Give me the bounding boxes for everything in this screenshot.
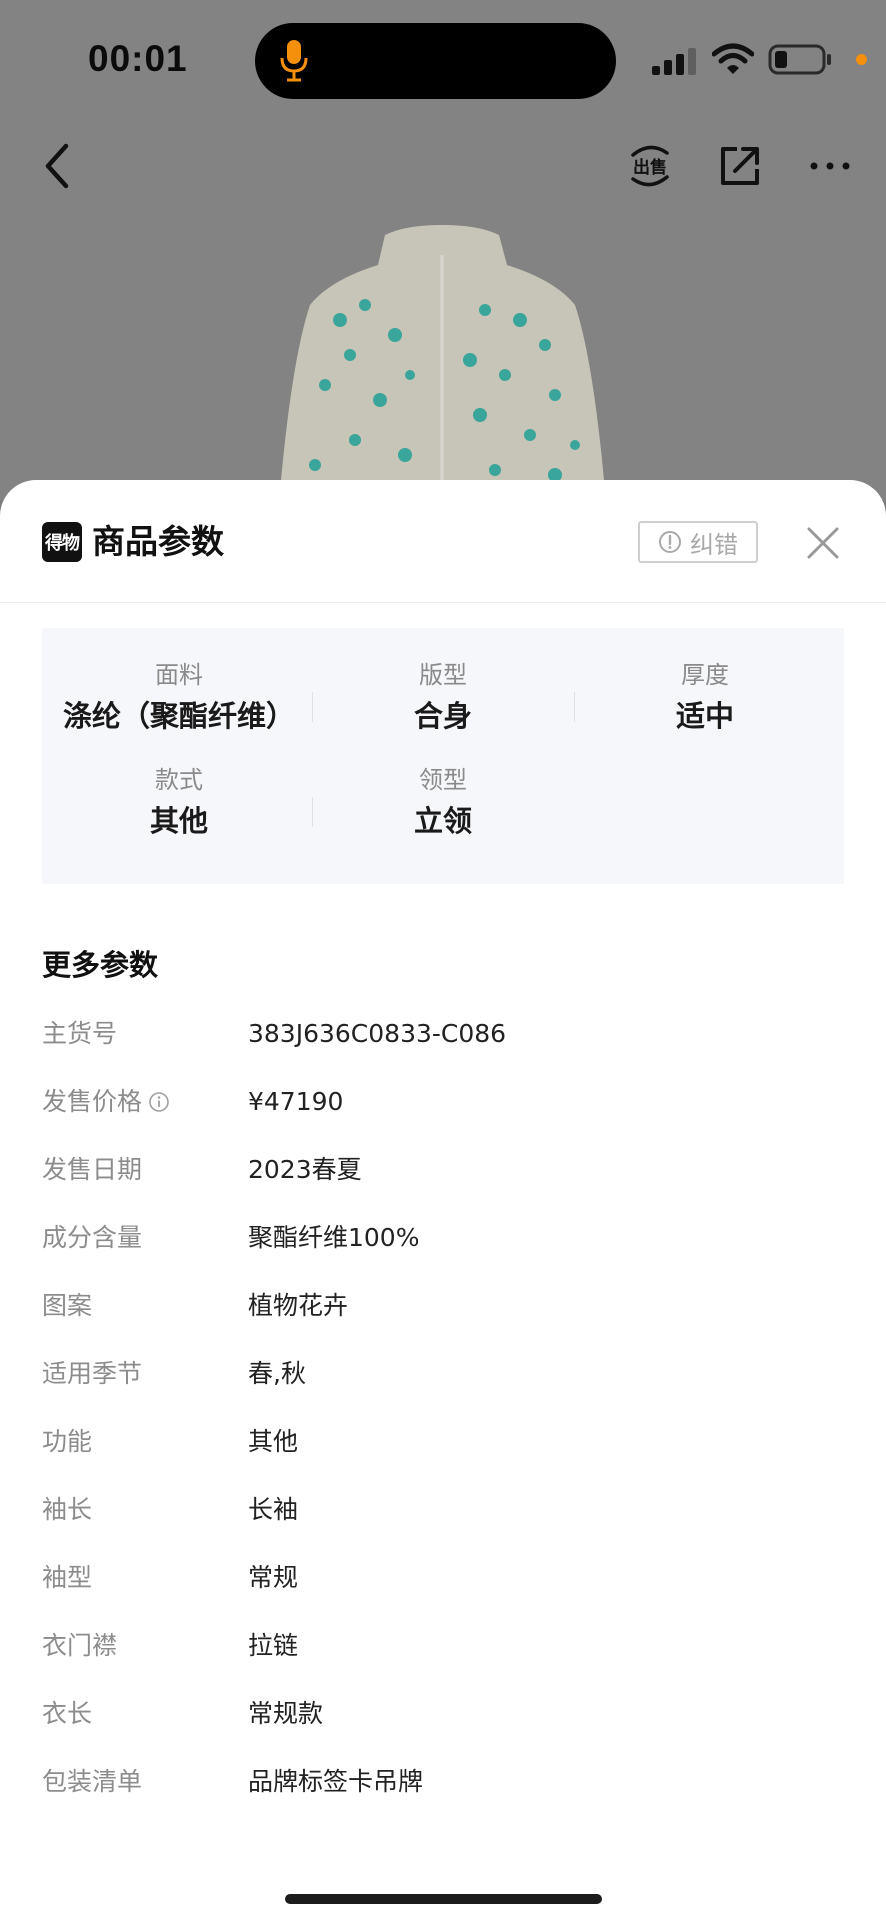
report-error-label: 纠错 bbox=[690, 530, 738, 559]
param-row: 图案 植物花卉 bbox=[42, 1286, 844, 1326]
param-value: 常规 bbox=[248, 1563, 299, 1592]
info-circle-icon[interactable] bbox=[148, 1091, 170, 1113]
home-indicator[interactable] bbox=[285, 1894, 602, 1904]
param-row: 成分含量 聚酯纤维100% bbox=[42, 1218, 844, 1258]
param-value: 拉链 bbox=[248, 1631, 299, 1660]
param-value: 聚酯纤维100% bbox=[248, 1223, 420, 1252]
attribute-label: 领型 bbox=[419, 766, 467, 794]
status-bar: 00:01 bbox=[0, 0, 886, 120]
param-row: 衣长 常规款 bbox=[42, 1694, 844, 1734]
sheet-header: 得物 商品参数 纠错 bbox=[0, 480, 886, 603]
sell-button[interactable]: 出售 bbox=[622, 138, 678, 194]
param-row: 袖长 长袖 bbox=[42, 1490, 844, 1530]
share-icon bbox=[721, 147, 759, 185]
attribute-style: 款式 其他 bbox=[48, 765, 310, 841]
back-button[interactable] bbox=[30, 138, 86, 194]
dewu-logo: 得物 bbox=[42, 522, 82, 562]
param-value: 常规款 bbox=[248, 1699, 324, 1728]
param-label: 适用季节 bbox=[42, 1359, 143, 1388]
attribute-thickness: 厚度 适中 bbox=[574, 660, 836, 736]
param-label: 图案 bbox=[42, 1291, 93, 1320]
attribute-fabric: 面料 涤纶（聚酯纤维） bbox=[48, 660, 310, 736]
param-label: 袖长 bbox=[42, 1495, 93, 1524]
status-time: 00:01 bbox=[88, 38, 188, 79]
param-row: 包装清单 品牌标签卡吊牌 bbox=[42, 1762, 844, 1802]
param-label: 衣长 bbox=[42, 1699, 93, 1728]
param-value: 长袖 bbox=[248, 1495, 299, 1524]
param-label: 包装清单 bbox=[42, 1767, 143, 1796]
param-row: 主货号 383J636C0833-C086 bbox=[42, 1014, 844, 1054]
attribute-value: 合身 bbox=[413, 699, 472, 733]
attribute-fit: 版型 合身 bbox=[312, 660, 574, 736]
param-value: 春,秋 bbox=[248, 1359, 306, 1388]
sell-icon: 出售 bbox=[631, 145, 669, 187]
share-button[interactable] bbox=[712, 138, 768, 194]
param-label-with-info[interactable]: 发售价格 bbox=[42, 1082, 170, 1122]
param-row: 发售日期 2023春夏 bbox=[42, 1150, 844, 1190]
product-params-sheet: 得物 商品参数 纠错 面料 涤纶（聚酯纤维） 版型 合身 厚度 适中 款式 其他… bbox=[0, 480, 886, 1920]
param-label: 发售价格 bbox=[42, 1087, 143, 1116]
param-row: 功能 其他 bbox=[42, 1422, 844, 1462]
param-value: ¥47190 bbox=[248, 1087, 344, 1116]
param-row: 衣门襟 拉链 bbox=[42, 1626, 844, 1666]
sheet-title: 商品参数 bbox=[92, 522, 224, 561]
attribute-value: 立领 bbox=[413, 804, 472, 838]
more-button[interactable] bbox=[802, 138, 858, 194]
more-params-title: 更多参数 bbox=[42, 948, 159, 982]
chevron-left-icon bbox=[45, 143, 69, 189]
exclamation-circle-icon bbox=[659, 531, 681, 553]
param-row: 适用季节 春,秋 bbox=[42, 1354, 844, 1394]
attribute-value: 其他 bbox=[149, 804, 208, 838]
param-label: 袖型 bbox=[42, 1563, 93, 1592]
report-error-button[interactable]: 纠错 bbox=[638, 521, 758, 563]
param-label: 成分含量 bbox=[42, 1223, 143, 1252]
param-value: 383J636C0833-C086 bbox=[248, 1019, 507, 1048]
privacy-indicator-dot bbox=[856, 54, 867, 65]
attribute-value: 涤纶（聚酯纤维） bbox=[62, 699, 295, 733]
battery-icon bbox=[768, 44, 831, 75]
param-value: 其他 bbox=[248, 1427, 299, 1456]
param-label: 功能 bbox=[42, 1427, 93, 1456]
sell-label: 出售 bbox=[633, 157, 667, 178]
attribute-label: 面料 bbox=[155, 661, 203, 689]
param-row: 发售价格 ¥47190 bbox=[42, 1082, 844, 1122]
attribute-label: 款式 bbox=[155, 766, 203, 794]
param-label: 主货号 bbox=[42, 1019, 118, 1048]
product-image bbox=[278, 225, 607, 515]
param-value: 2023春夏 bbox=[248, 1155, 362, 1184]
key-attributes-panel: 面料 涤纶（聚酯纤维） 版型 合身 厚度 适中 款式 其他 领型 立领 bbox=[42, 628, 844, 884]
attribute-collar: 领型 立领 bbox=[312, 765, 574, 841]
param-label: 发售日期 bbox=[42, 1155, 143, 1184]
param-row: 袖型 常规 bbox=[42, 1558, 844, 1598]
product-nav-bar: 出售 bbox=[0, 130, 886, 204]
attribute-value: 适中 bbox=[675, 699, 734, 733]
attribute-label: 版型 bbox=[419, 661, 467, 689]
product-page-background: 00:01 出售 bbox=[0, 0, 886, 515]
param-label: 衣门襟 bbox=[42, 1631, 118, 1660]
more-dots-icon bbox=[810, 162, 850, 170]
attribute-label: 厚度 bbox=[681, 661, 729, 689]
close-icon[interactable] bbox=[800, 520, 846, 566]
wifi-icon bbox=[712, 43, 754, 74]
microphone-icon bbox=[280, 40, 308, 82]
param-value: 植物花卉 bbox=[248, 1291, 349, 1320]
param-value: 品牌标签卡吊牌 bbox=[248, 1767, 424, 1796]
cellular-signal-icon bbox=[652, 48, 696, 75]
